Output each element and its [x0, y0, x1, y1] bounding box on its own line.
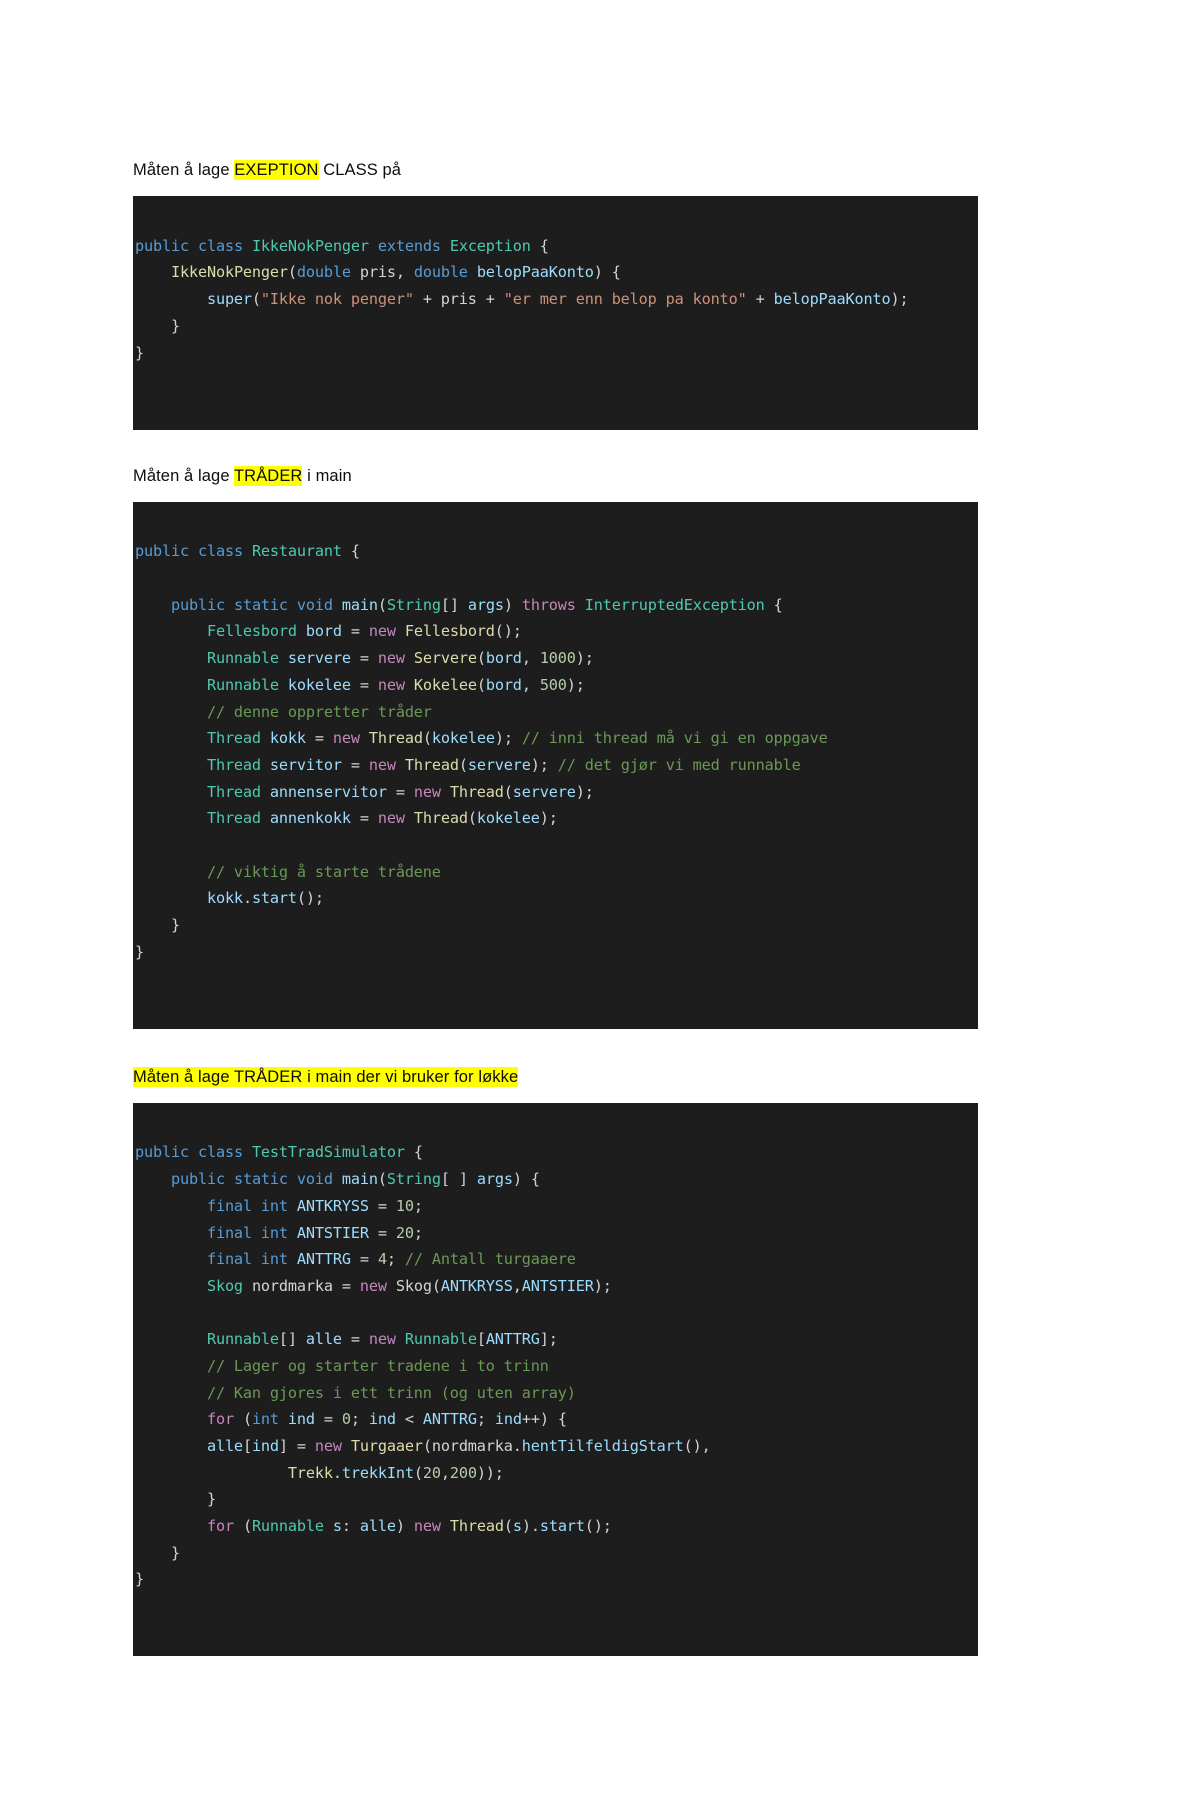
code-line: Fellesbord bord = new Fellesbord(); — [206, 622, 522, 641]
code-line: kokk.start(); — [206, 889, 324, 908]
code-line: public class TestTradSimulator { — [135, 1143, 423, 1162]
section-heading-1: Måten å lage EXEPTION CLASS på — [133, 160, 1070, 180]
code-line: final int ANTTRG = 4; // Antall turgaaer… — [206, 1250, 576, 1269]
heading-2-text-before: Måten å lage — [133, 466, 234, 485]
code-line: for (int ind = 0; ind < ANTTRG; ind++) { — [206, 1410, 567, 1429]
code-line: Runnable servere = new Servere(bord, 100… — [206, 649, 594, 668]
code-line: // Lager og starter tradene i to trinn — [206, 1356, 549, 1375]
code-line: // viktig å starte trådene — [206, 862, 441, 881]
code-line: } — [135, 316, 180, 335]
heading-3-highlight: Måten å lage TRÅDER i main der vi bruker… — [133, 1066, 519, 1087]
code-line: for (Runnable s: alle) new Thread(s).sta… — [206, 1517, 612, 1536]
code-line: } — [135, 343, 144, 362]
heading-1-highlight: EXEPTION — [234, 160, 319, 180]
heading-2-text-after: i main — [302, 466, 352, 485]
code-line: Thread annenservitor = new Thread(server… — [206, 782, 594, 801]
code-line: IkkeNokPenger(double pris, double belopP… — [170, 263, 621, 282]
code-line: // denne oppretter tråder — [206, 702, 432, 721]
code-line: Runnable[] alle = new Runnable[ANTTRG]; — [206, 1330, 558, 1349]
code-line: final int ANTKRYSS = 10; — [206, 1196, 423, 1215]
code-line: } — [135, 1570, 144, 1589]
code-block-testtradsimulator: public class TestTradSimulator { public … — [133, 1102, 978, 1657]
code-line: Skog nordmarka = new Skog(ANTKRYSS,ANTST… — [206, 1276, 612, 1295]
code-line: Thread servitor = new Thread(servere); /… — [206, 755, 801, 774]
code-line: public class Restaurant { — [135, 542, 360, 561]
section-heading-2: Måten å lage TRÅDER i main — [133, 465, 1070, 486]
document-page: Måten å lage EXEPTION CLASS på public cl… — [0, 0, 1200, 1810]
code-line: Trekk.trekkInt(20,200)); — [287, 1463, 504, 1482]
code-line: alle[ind] = new Turgaaer(nordmarka.hentT… — [206, 1437, 711, 1456]
code-line: } — [135, 1543, 180, 1562]
heading-1-text-after: CLASS på — [318, 161, 402, 179]
code-line: public class IkkeNokPenger extends Excep… — [135, 236, 549, 255]
code-line: } — [135, 1490, 216, 1509]
code-line: public static void main(String[ ] args) … — [170, 1170, 540, 1189]
code-line: public static void main(String[] args) t… — [170, 595, 783, 614]
code-block-exception-class: public class IkkeNokPenger extends Excep… — [133, 196, 978, 430]
code-line: Runnable kokelee = new Kokelee(bord, 500… — [206, 675, 585, 694]
section-heading-3: Måten å lage TRÅDER i main der vi bruker… — [133, 1066, 1070, 1087]
code-line: super("Ikke nok penger" + pris + "er mer… — [206, 290, 909, 309]
code-line: } — [135, 942, 144, 961]
heading-2-highlight: TRÅDER — [234, 465, 303, 486]
code-block-restaurant-threads: public class Restaurant { public static … — [133, 501, 978, 1029]
code-line: Thread annenkokk = new Thread(kokelee); — [206, 809, 558, 828]
code-line: final int ANTSTIER = 20; — [206, 1223, 423, 1242]
code-line: Thread kokk = new Thread(kokelee); // in… — [206, 729, 828, 748]
code-line: // Kan gjores i ett trinn (og uten array… — [206, 1383, 576, 1402]
code-line: } — [135, 916, 180, 935]
heading-1-text-before: Måten å lage — [133, 161, 235, 179]
